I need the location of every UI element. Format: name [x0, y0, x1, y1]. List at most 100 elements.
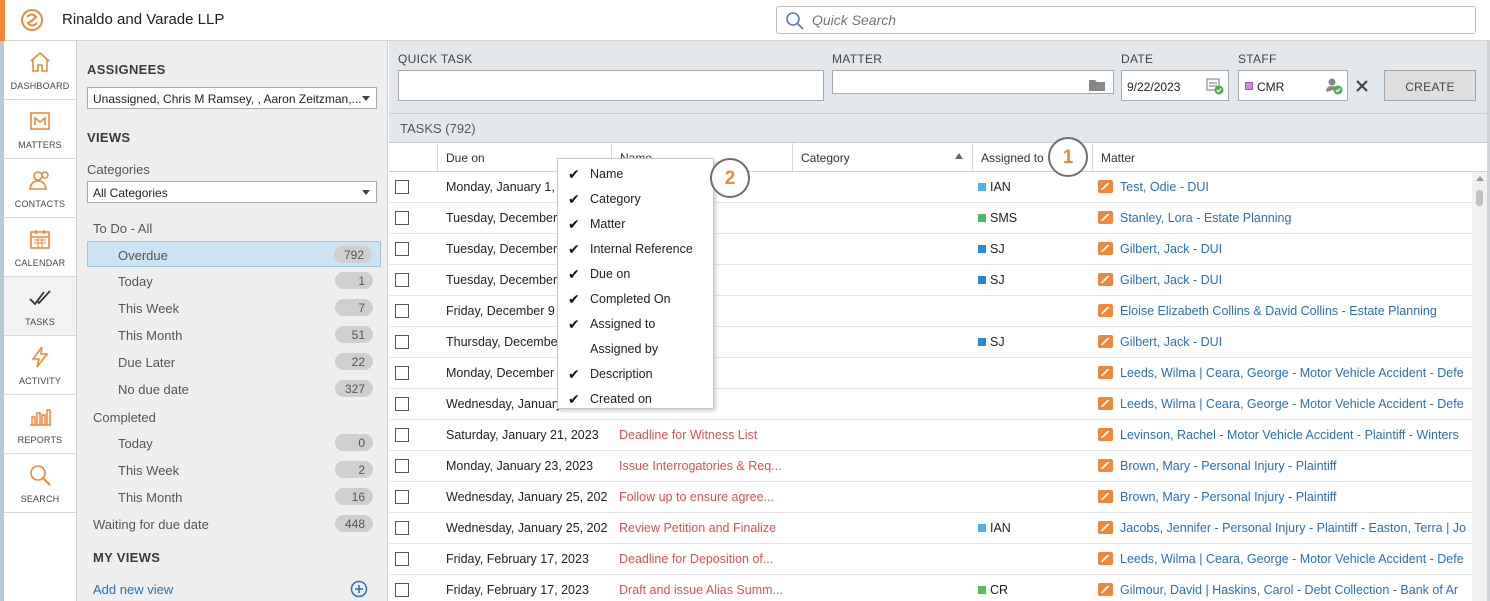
column-menu-item[interactable]: ✔ Name: [558, 161, 713, 186]
column-menu-item[interactable]: ✔ Description: [558, 361, 713, 386]
date-input[interactable]: 9/22/2023: [1121, 70, 1229, 101]
create-button[interactable]: CREATE: [1384, 70, 1476, 101]
table-row[interactable]: Saturday, January 21, 2023 Deadline for W…: [389, 420, 1472, 451]
row-checkbox[interactable]: [395, 552, 409, 566]
select-column-header[interactable]: [389, 143, 438, 172]
clear-icon[interactable]: [1356, 80, 1368, 92]
matter-cell[interactable]: Eloise Elizabeth Collins & David Collins…: [1098, 296, 1472, 327]
nav-calendar[interactable]: CALENDAR: [4, 218, 76, 277]
table-row[interactable]: Friday, December 9onnaireEloise Elizabet…: [389, 296, 1472, 327]
table-row[interactable]: Tuesday, December SJ Gilbert, Jack - DUI: [389, 265, 1472, 296]
nav-search[interactable]: SEARCH: [4, 454, 76, 513]
matter-link[interactable]: Leeds, Wilma | Ceara, George - Motor Veh…: [1120, 366, 1464, 380]
assignees-dropdown[interactable]: Unassigned, Chris M Ramsey, , Aaron Zeit…: [87, 87, 377, 109]
row-checkbox[interactable]: [395, 428, 409, 442]
table-row[interactable]: Wednesday, Januarytten Discov...Leeds, W…: [389, 389, 1472, 420]
matter-link[interactable]: Levinson, Rachel - Motor Vehicle Acciden…: [1120, 428, 1459, 442]
task-name-link[interactable]: Review Petition and Finalize: [619, 513, 789, 544]
categories-dropdown[interactable]: All Categories: [87, 181, 377, 203]
matter-link[interactable]: Gilmour, David | Haskins, Carol - Debt C…: [1120, 583, 1458, 597]
column-menu-item[interactable]: Assigned by: [558, 336, 713, 361]
nav-matters[interactable]: MATTERS: [4, 100, 76, 159]
matter-link[interactable]: Test, Odie - DUI: [1120, 180, 1209, 194]
table-row[interactable]: Friday, February 17, 2023 Deadline for De…: [389, 544, 1472, 575]
task-name-link[interactable]: Issue Interrogatories & Req...: [619, 451, 789, 482]
matter-cell[interactable]: Stanley, Lora - Estate Planning: [1098, 203, 1472, 234]
table-row[interactable]: Tuesday, DecembertrustSMSStanley, Lora -…: [389, 203, 1472, 234]
column-menu-item[interactable]: ✔ Internal Reference: [558, 236, 713, 261]
row-checkbox[interactable]: [395, 583, 409, 597]
row-checkbox[interactable]: [395, 273, 409, 287]
scroll-up-icon[interactable]: [1476, 176, 1484, 181]
table-row[interactable]: Thursday, Decembe SJ Gilbert, Jack - DUI: [389, 327, 1472, 358]
quick-task-input[interactable]: [398, 70, 824, 101]
matter-cell[interactable]: Gilbert, Jack - DUI: [1098, 265, 1472, 296]
nav-dashboard[interactable]: DASHBOARD: [4, 41, 76, 100]
app-logo-icon[interactable]: [20, 8, 44, 32]
todo-all-link[interactable]: To Do - All: [93, 221, 152, 236]
matter-cell[interactable]: Jacobs, Jennifer - Personal Injury - Pla…: [1098, 513, 1472, 544]
matter-cell[interactable]: Levinson, Rachel - Motor Vehicle Acciden…: [1098, 420, 1472, 451]
nav-tasks[interactable]: TASKS: [4, 277, 76, 336]
matter-cell[interactable]: Test, Odie - DUI: [1098, 172, 1472, 203]
view-due-later[interactable]: Due Later 22: [87, 349, 381, 375]
column-menu-item[interactable]: ✔ Assigned to: [558, 311, 713, 336]
matter-input[interactable]: [832, 70, 1114, 94]
view-overdue[interactable]: Overdue 792: [87, 241, 381, 267]
completed-link[interactable]: Completed: [93, 410, 156, 425]
scrollbar-thumb[interactable]: [1476, 190, 1483, 206]
add-new-view-link[interactable]: Add new view: [93, 582, 173, 597]
matter-link[interactable]: Leeds, Wilma | Ceara, George - Motor Veh…: [1120, 552, 1464, 566]
matter-link[interactable]: Leeds, Wilma | Ceara, George - Motor Veh…: [1120, 397, 1464, 411]
matter-link[interactable]: Gilbert, Jack - DUI: [1120, 335, 1222, 349]
matter-link[interactable]: Gilbert, Jack - DUI: [1120, 273, 1222, 287]
view-this-month[interactable]: This Month 51: [87, 322, 381, 348]
matter-cell[interactable]: Gilbert, Jack - DUI: [1098, 327, 1472, 358]
view-completed-this-month[interactable]: This Month 16: [87, 484, 381, 510]
matter-cell[interactable]: Leeds, Wilma | Ceara, George - Motor Veh…: [1098, 544, 1472, 575]
column-header-category[interactable]: Category: [793, 143, 973, 172]
matter-link[interactable]: Brown, Mary - Personal Injury - Plaintif…: [1120, 459, 1337, 473]
task-name-link[interactable]: Deadline for Witness List: [619, 420, 789, 451]
table-row[interactable]: Wednesday, January 25, 202 Review Petitio…: [389, 513, 1472, 544]
row-checkbox[interactable]: [395, 211, 409, 225]
matter-link[interactable]: Eloise Elizabeth Collins & David Collins…: [1120, 304, 1437, 318]
matter-link[interactable]: Stanley, Lora - Estate Planning: [1120, 211, 1291, 225]
view-waiting-for-due-date[interactable]: Waiting for due date 448: [87, 511, 381, 537]
folder-icon[interactable]: [1088, 78, 1106, 92]
column-header-matter[interactable]: Matter: [1093, 143, 1487, 172]
table-row[interactable]: Monday, Decemberert ListLeeds, Wilma | C…: [389, 358, 1472, 389]
row-checkbox[interactable]: [395, 490, 409, 504]
column-menu-item[interactable]: ✔ Category: [558, 186, 713, 211]
column-menu-item[interactable]: ✔ Due on: [558, 261, 713, 286]
row-checkbox[interactable]: [395, 304, 409, 318]
user-check-icon[interactable]: [1325, 77, 1343, 95]
add-circle-icon[interactable]: [350, 580, 368, 598]
column-menu-item[interactable]: ✔ Matter: [558, 211, 713, 236]
row-checkbox[interactable]: [395, 366, 409, 380]
staff-input[interactable]: CMR: [1238, 70, 1348, 101]
nav-activity[interactable]: ACTIVITY: [4, 336, 76, 395]
quick-search-input[interactable]: [812, 10, 1452, 30]
matter-cell[interactable]: Gilmour, David | Haskins, Carol - Debt C…: [1098, 575, 1472, 601]
view-no-due-date[interactable]: No due date 327: [87, 376, 381, 402]
table-row[interactable]: Monday, January 23, 2023 Issue Interrogat…: [389, 451, 1472, 482]
table-row[interactable]: Monday, January 1, IAN Test, Odie - DUI: [389, 172, 1472, 203]
row-checkbox[interactable]: [395, 397, 409, 411]
table-row[interactable]: Wednesday, January 25, 202 Follow up to e…: [389, 482, 1472, 513]
column-menu-item[interactable]: ✔ Completed On: [558, 286, 713, 311]
calendar-check-icon[interactable]: [1206, 77, 1224, 95]
row-checkbox[interactable]: [395, 335, 409, 349]
view-completed-today[interactable]: Today 0: [87, 430, 381, 456]
row-checkbox[interactable]: [395, 459, 409, 473]
row-checkbox[interactable]: [395, 180, 409, 194]
task-name-link[interactable]: Follow up to ensure agree...: [619, 482, 789, 513]
matter-link[interactable]: Jacobs, Jennifer - Personal Injury - Pla…: [1120, 521, 1466, 535]
matter-link[interactable]: Gilbert, Jack - DUI: [1120, 242, 1222, 256]
matter-cell[interactable]: Brown, Mary - Personal Injury - Plaintif…: [1098, 451, 1472, 482]
matter-cell[interactable]: Brown, Mary - Personal Injury - Plaintif…: [1098, 482, 1472, 513]
view-completed-this-week[interactable]: This Week 2: [87, 457, 381, 483]
matter-cell[interactable]: Leeds, Wilma | Ceara, George - Motor Veh…: [1098, 358, 1472, 389]
column-menu-item[interactable]: ✔ Created on: [558, 386, 713, 411]
view-today[interactable]: Today 1: [87, 268, 381, 294]
